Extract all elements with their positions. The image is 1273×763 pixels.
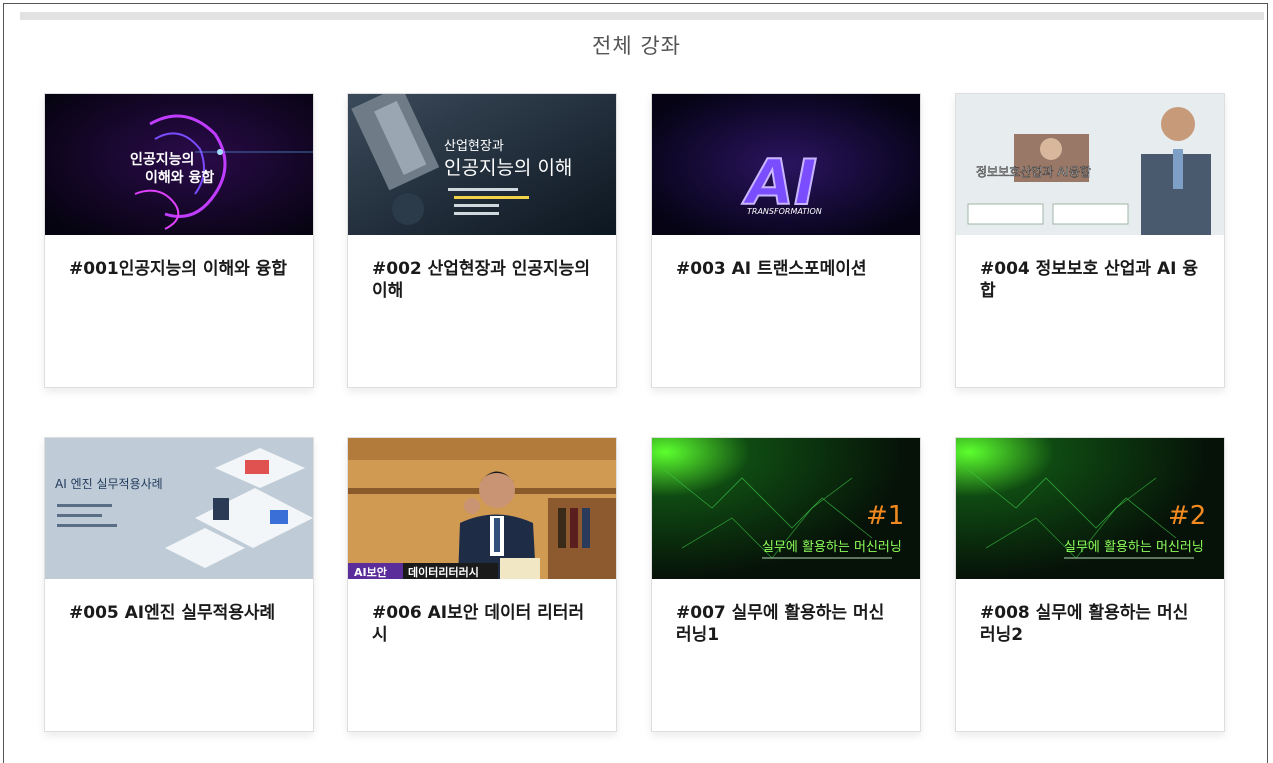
course-thumbnail[interactable]: 정보보호산업과 AI융합 [956, 94, 1224, 235]
thumbnail-text: 데이터리터러시 [408, 565, 479, 579]
course-title[interactable]: #005 AI엔진 실무적용사례 [69, 602, 291, 624]
course-card-005[interactable]: AI 엔진 실무적용사례 #005 AI엔진 실무적용사례 [44, 437, 314, 732]
course-title[interactable]: #002 산업현장과 인공지능의 이해 [372, 258, 594, 302]
thumbnail-text: #2 [1168, 501, 1206, 531]
thumbnail-text: 인공지능의 이해 [444, 157, 572, 179]
course-thumbnail[interactable]: #2 실무에 활용하는 머신러닝 [956, 438, 1224, 579]
thumbnail-text: TRANSFORMATION [747, 207, 822, 216]
thumbnail-text: AI 엔진 실무적용사례 [55, 477, 163, 491]
course-card-008[interactable]: #2 실무에 활용하는 머신러닝 #008 실무에 활용하는 머신러닝2 [955, 437, 1225, 732]
thumbnail-text: 산업현장과 [444, 139, 504, 154]
page-title: 전체 강좌 [592, 34, 681, 58]
course-title[interactable]: #007 실무에 활용하는 머신러닝1 [676, 602, 898, 646]
course-card-002[interactable]: 산업현장과 인공지능의 이해 #002 산업현장과 인공지능의 이해 [347, 93, 617, 388]
thumbnail-text: #1 [866, 501, 904, 531]
top-divider [20, 12, 1264, 20]
course-card-001[interactable]: 인공지능의 이해와 융합 #001인공지능의 이해와 융합 [44, 93, 314, 388]
course-thumbnail[interactable]: AI TRANSFORMATION [652, 94, 920, 235]
course-title[interactable]: #008 실무에 활용하는 머신러닝2 [980, 602, 1202, 646]
thumbnail-text: 이해와 융합 [145, 169, 214, 186]
thumbnail-text: 실무에 활용하는 머신러닝 [1064, 540, 1204, 555]
thumbnail-text: 실무에 활용하는 머신러닝 [762, 540, 902, 555]
course-thumbnail[interactable]: 인공지능의 이해와 융합 [45, 94, 313, 235]
thumbnail-text: 정보보호산업과 AI융합 [976, 165, 1091, 179]
course-card-004[interactable]: 정보보호산업과 AI융합 #004 정보보호 산업과 AI 융합 [955, 93, 1225, 388]
course-title[interactable]: #001인공지능의 이해와 융합 [69, 258, 291, 280]
course-title[interactable]: #006 AI보안 데이터 리터러시 [372, 602, 594, 646]
course-card-007[interactable]: #1 실무에 활용하는 머신러닝 #007 실무에 활용하는 머신러닝1 [651, 437, 921, 732]
course-card-003[interactable]: AI TRANSFORMATION #003 AI 트랜스포메이션 [651, 93, 921, 388]
course-thumbnail[interactable]: AI보안 데이터리터러시 [348, 438, 616, 579]
course-thumbnail[interactable]: #1 실무에 활용하는 머신러닝 [652, 438, 920, 579]
course-title[interactable]: #003 AI 트랜스포메이션 [676, 258, 898, 280]
thumbnail-text: 인공지능의 [130, 151, 194, 168]
course-thumbnail[interactable]: 산업현장과 인공지능의 이해 [348, 94, 616, 235]
course-title[interactable]: #004 정보보호 산업과 AI 융합 [980, 258, 1202, 302]
course-card-006[interactable]: AI보안 데이터리터러시 #006 AI보안 데이터 리터러시 [347, 437, 617, 732]
thumbnail-text: AI보안 [354, 565, 387, 579]
course-thumbnail[interactable]: AI 엔진 실무적용사례 [45, 438, 313, 579]
